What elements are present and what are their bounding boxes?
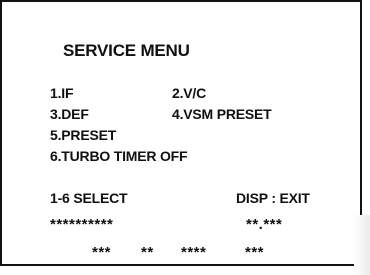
status-group-2: ** [141, 244, 154, 261]
status-group-3: **** [181, 244, 207, 261]
status-row-right: **.*** [246, 216, 283, 233]
select-instruction: 1-6 SELECT [50, 190, 128, 206]
menu-item-if[interactable]: 1.IF [50, 85, 74, 101]
edge-shadow [354, 215, 370, 275]
menu-item-def[interactable]: 3.DEF [50, 106, 89, 122]
menu-item-vsm-preset[interactable]: 4.VSM PRESET [172, 106, 272, 122]
menu-item-preset[interactable]: 5.PRESET [50, 127, 116, 143]
status-group-4: *** [245, 244, 265, 261]
exit-instruction: DISP : EXIT [236, 190, 310, 206]
status-group-1: *** [92, 244, 112, 261]
menu-item-turbo-timer-off[interactable]: 6.TURBO TIMER OFF [50, 148, 188, 164]
status-row-left: ********** [50, 216, 114, 233]
menu-item-vc[interactable]: 2.V/C [172, 85, 206, 101]
page-title: SERVICE MENU [63, 41, 190, 60]
